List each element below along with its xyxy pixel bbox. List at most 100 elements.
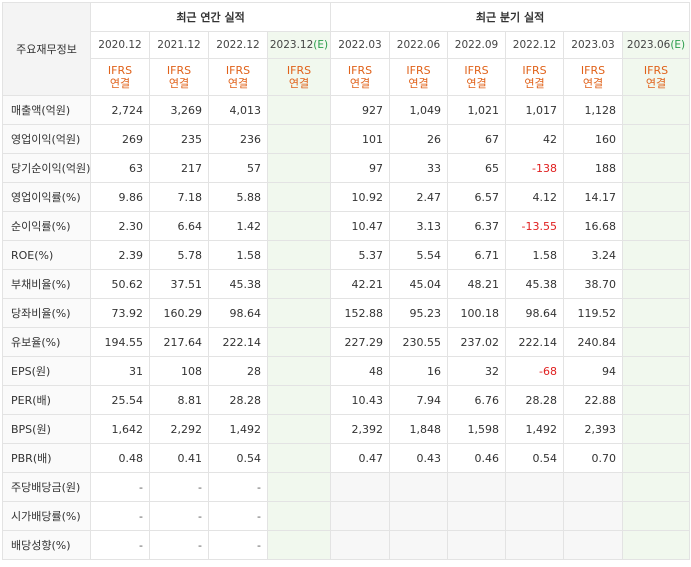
ifrs-text: IFRS [406, 64, 431, 77]
annual-value-cell: 63 [90, 153, 150, 183]
period-label: 2022.06 [396, 39, 441, 51]
consolidated-text: 연결 [466, 77, 487, 90]
quarter-value-cell [622, 211, 691, 241]
annual-value-cell [266, 153, 332, 183]
ifrs-consolidated-label: IFRS 연결 [447, 58, 507, 96]
period-label: 2021.12 [157, 39, 201, 51]
quarter-value-cell: 1,017 [505, 95, 565, 125]
table-row: 당기순이익(억원) 63 217 57 97 33 65 -138 188 [2, 153, 691, 183]
quarter-value-cell: 5.37 [330, 240, 391, 270]
consolidated-text: 연결 [645, 77, 667, 90]
quarter-value-cell: 0.54 [505, 443, 565, 473]
annual-value-cell: - [208, 501, 268, 531]
quarter-value-cell [622, 124, 691, 154]
row-label: PER(배) [2, 385, 91, 415]
quarter-value-cell: 152.88 [330, 298, 391, 328]
quarter-value-cell: 0.70 [563, 443, 624, 473]
period-label: 2020.12 [98, 39, 142, 51]
annual-value-cell: 1.42 [208, 211, 268, 241]
annual-value-cell [266, 472, 332, 502]
annual-value-cell: - [149, 472, 209, 502]
annual-value-cell [266, 211, 332, 241]
annual-value-cell: 5.88 [208, 182, 268, 212]
annual-value-cell: 0.41 [149, 443, 209, 473]
row-label: 주당배당금(원) [2, 472, 91, 502]
quarter-value-cell: 97 [330, 153, 391, 183]
quarter-value-cell [622, 240, 691, 270]
quarter-value-cell: 1,492 [505, 414, 565, 444]
quarter-value-cell: 3.24 [563, 240, 624, 270]
consolidated-text: 연결 [582, 77, 604, 90]
annual-value-cell [266, 269, 332, 299]
annual-value-cell: 108 [149, 356, 209, 386]
quarter-value-cell: 14.17 [563, 182, 624, 212]
ifrs-text: IFRS [464, 64, 489, 77]
period-label: 2022.12 [216, 39, 260, 51]
period-label: 2023.03 [571, 39, 615, 51]
consolidated-text: 연결 [288, 77, 310, 90]
table-row: 영업이익률(%) 9.86 7.18 5.88 10.92 2.47 6.57 4.12 14.… [2, 182, 691, 212]
ifrs-consolidated-label: IFRS 연결 [90, 58, 150, 96]
period-quarter-1: 2022.06 [389, 31, 449, 59]
ifrs-consolidated-label: IFRS 연결 [505, 58, 565, 96]
quarter-value-cell: 45.38 [505, 269, 565, 299]
quarter-value-cell [447, 530, 507, 560]
table-row: 순이익률(%) 2.30 6.64 1.42 10.47 3.13 6.37 -13.55 16… [2, 211, 691, 241]
annual-value-cell: 28.28 [208, 385, 268, 415]
row-label: BPS(원) [2, 414, 91, 444]
quarter-value-cell: 6.76 [447, 385, 507, 415]
annual-value-cell: 2,292 [149, 414, 209, 444]
ifrs-text: IFRS [580, 64, 606, 77]
quarter-value-cell [505, 530, 565, 560]
table-row: PBR(배) 0.48 0.41 0.54 0.47 0.43 0.46 0.54 0.70 [2, 443, 691, 473]
quarter-value-cell [622, 356, 691, 386]
annual-value-cell [266, 414, 332, 444]
period-quarter-3: 2022.12 [505, 31, 565, 59]
quarter-value-cell: 16.68 [563, 211, 624, 241]
annual-value-cell [266, 124, 332, 154]
quarter-value-cell: 7.94 [389, 385, 449, 415]
ifrs-consolidated-label: IFRS 연결 [330, 58, 391, 96]
quarter-value-cell: 6.71 [447, 240, 507, 270]
quarter-value-cell: 1,049 [389, 95, 449, 125]
annual-value-cell: 28 [208, 356, 268, 386]
quarter-value-cell: 94 [563, 356, 624, 386]
annual-value-cell [266, 530, 332, 560]
quarter-value-cell: 100.18 [447, 298, 507, 328]
row-label: 매출액(억원) [2, 95, 91, 125]
table-row: 시가배당률(%) - - - [2, 501, 691, 531]
quarter-value-cell: 160 [563, 124, 624, 154]
annual-value-cell: 8.81 [149, 385, 209, 415]
quarter-value-cell: 45.04 [389, 269, 449, 299]
quarter-value-cell: 10.47 [330, 211, 391, 241]
annual-value-cell: - [90, 472, 150, 502]
quarter-value-cell: 240.84 [563, 327, 624, 357]
row-label: 시가배당률(%) [2, 501, 91, 531]
row-label: 당기순이익(억원) [2, 153, 91, 183]
annual-value-cell: 4,013 [208, 95, 268, 125]
ifrs-consolidated-label: IFRS 연결 [208, 58, 268, 96]
quarter-value-cell: 1,848 [389, 414, 449, 444]
annual-value-cell: 31 [90, 356, 150, 386]
annual-value-cell: 236 [208, 124, 268, 154]
consolidated-text: 연결 [168, 77, 190, 90]
annual-value-cell: 222.14 [208, 327, 268, 357]
quarter-value-cell: 48.21 [447, 269, 507, 299]
annual-value-cell [266, 356, 332, 386]
table-row: BPS(원) 1,642 2,292 1,492 2,392 1,848 1,598 1,49… [2, 414, 691, 444]
annual-value-cell: 73.92 [90, 298, 150, 328]
quarter-value-cell [330, 530, 391, 560]
quarter-value-cell [622, 95, 691, 125]
table-row: 부채비율(%) 50.62 37.51 45.38 42.21 45.04 48.21 45.… [2, 269, 691, 299]
annual-value-cell: 50.62 [90, 269, 150, 299]
quarter-value-cell: 2,392 [330, 414, 391, 444]
quarter-value-cell [622, 443, 691, 473]
quarter-value-cell: -138 [505, 153, 565, 183]
quarter-value-cell [622, 530, 691, 560]
annual-value-cell: 37.51 [149, 269, 209, 299]
ifrs-text: IFRS [107, 64, 133, 77]
annual-value-cell: 160.29 [149, 298, 209, 328]
quarter-value-cell: 2.47 [389, 182, 449, 212]
table-row: 매출액(억원) 2,724 3,269 4,013 927 1,049 1,021 1,017… [2, 95, 691, 125]
quarter-value-cell [389, 472, 449, 502]
